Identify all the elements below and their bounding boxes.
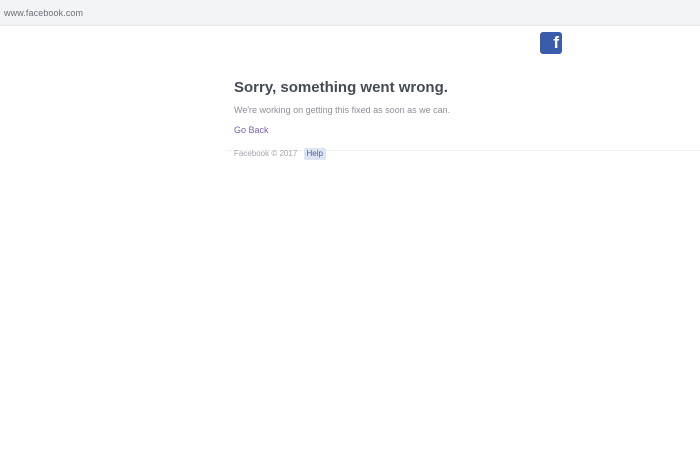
page: www.facebook.com f Sorry, something went… [0,0,700,465]
facebook-logo-icon[interactable]: f [540,32,562,54]
address-bar[interactable]: www.facebook.com [0,0,700,26]
error-title: Sorry, something went wrong. [234,79,448,96]
address-url[interactable]: www.facebook.com [4,7,83,19]
go-back-link[interactable]: Go Back [234,124,269,136]
error-panel: Sorry, something went wrong. We're worki… [234,78,594,160]
copyright-text: Facebook © 2017 [234,149,298,158]
footer: Facebook © 2017 Help [234,148,594,160]
error-message: We're working on getting this fixed as s… [234,105,451,115]
help-link[interactable]: Help [303,148,326,160]
